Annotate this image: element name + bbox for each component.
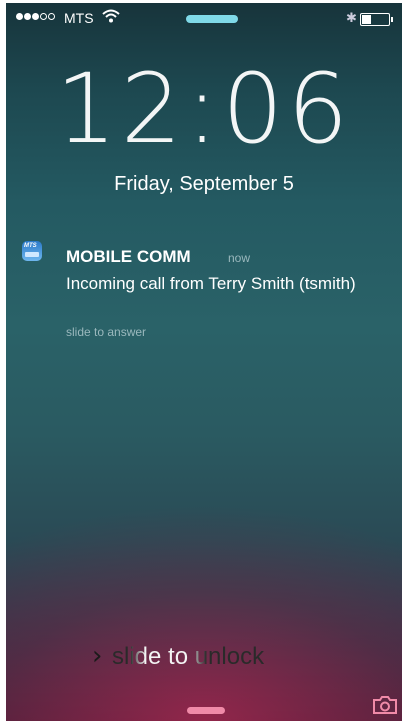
- wifi-icon: [102, 9, 120, 23]
- status-bar: MTS ✱: [6, 3, 402, 31]
- carrier-name: MTS: [64, 10, 94, 26]
- control-center-handle[interactable]: [187, 707, 225, 714]
- lock-date: Friday, September 5: [114, 173, 294, 195]
- slide-to-answer-hint[interactable]: slide to answer: [66, 325, 146, 339]
- camera-icon[interactable]: [372, 695, 398, 715]
- battery-icon: [360, 13, 393, 26]
- lock-clock: 12:06: [55, 53, 353, 165]
- notification-app-name: MOBILE COMM: [66, 247, 191, 266]
- notification-center-handle[interactable]: [186, 15, 238, 23]
- notification-message: Incoming call from Terry Smith (tsmith): [66, 274, 356, 293]
- notification-timestamp: now: [228, 251, 251, 265]
- chevron-right-icon: ›: [92, 641, 103, 671]
- signal-strength-icon: [16, 13, 55, 20]
- bluetooth-icon: ✱: [346, 10, 357, 25]
- app-icon: MTS: [22, 241, 42, 261]
- slide-to-unlock-slider[interactable]: slide to unlock: [112, 643, 264, 671]
- lock-screen: MTS ✱ 12:06 Friday, September 5 MTS MOBI…: [6, 3, 402, 721]
